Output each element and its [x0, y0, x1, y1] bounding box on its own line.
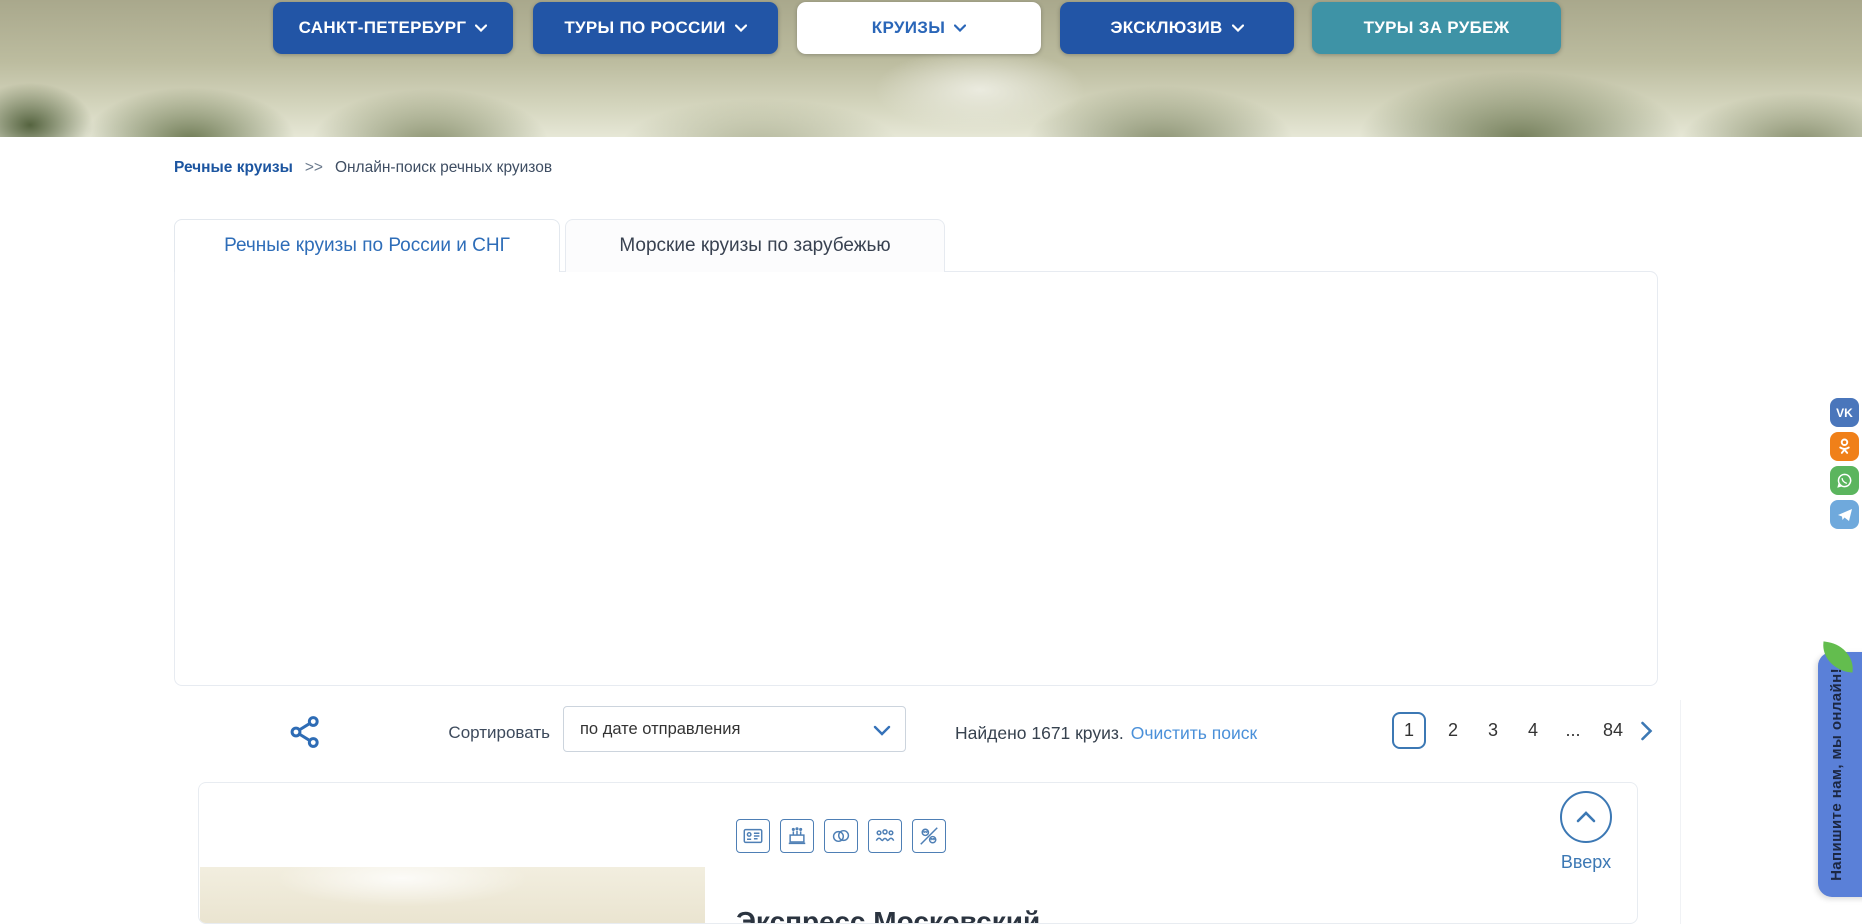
chevron-down-icon [735, 24, 747, 32]
share-icon[interactable] [287, 714, 323, 750]
nav-label: САНКТ-ПЕТЕРБУРГ [299, 18, 467, 38]
birthday-cake-icon[interactable] [780, 819, 814, 853]
nav-tours-russia[interactable]: ТУРЫ ПО РОССИИ [533, 2, 778, 54]
back-to-top-label[interactable]: Вверх [1541, 852, 1631, 873]
page-button-2[interactable]: 2 [1440, 714, 1466, 747]
breadcrumb-separator: >> [305, 159, 323, 177]
tab-river-cruises[interactable]: Речные круизы по России и СНГ [174, 219, 560, 272]
results-count: Найдено 1671 круиз. Очистить поиск [955, 723, 1257, 744]
results-divider [1680, 700, 1681, 924]
breadcrumb-link[interactable]: Речные круизы [174, 159, 293, 177]
nav-label: КРУИЗЫ [872, 18, 945, 38]
page-button-3[interactable]: 3 [1480, 714, 1506, 747]
pagination: 1 2 3 4 ... 84 [1392, 712, 1653, 749]
filter-panel [174, 271, 1658, 686]
sort-select[interactable]: по дате отправления [563, 706, 906, 752]
page: САНКТ-ПЕТЕРБУРГ ТУРЫ ПО РОССИИ КРУИЗЫ ЭК… [0, 0, 1862, 924]
nav-label: ТУРЫ ПО РОССИИ [564, 18, 725, 38]
nav-saint-petersburg[interactable]: САНКТ-ПЕТЕРБУРГ [273, 2, 513, 54]
page-button-84[interactable]: 84 [1600, 714, 1626, 747]
chat-widget-tab[interactable]: Напишите нам, мы онлайн! [1818, 652, 1862, 897]
nav-label: ТУРЫ ЗА РУБЕЖ [1364, 18, 1510, 38]
nav-label: ЭКСКЛЮЗИВ [1110, 18, 1222, 38]
breadcrumb: Речные круизы >> Онлайн-поиск речных кру… [174, 159, 552, 177]
cruise-card[interactable]: Экспресс Московский [198, 782, 1638, 924]
cruise-title[interactable]: Экспресс Московский [736, 906, 1040, 924]
odnoklassniki-icon[interactable] [1830, 432, 1859, 461]
next-page-icon[interactable] [1640, 721, 1653, 741]
tab-sea-cruises[interactable]: Морские круизы по зарубежью [565, 219, 945, 272]
group-icon[interactable] [868, 819, 902, 853]
chevron-down-icon [954, 24, 966, 32]
wedding-rings-icon[interactable] [824, 819, 858, 853]
chevron-down-icon [873, 725, 891, 736]
clear-search-link[interactable]: Очистить поиск [1131, 723, 1257, 744]
telegram-icon[interactable] [1830, 500, 1859, 529]
id-card-icon[interactable] [736, 819, 770, 853]
nav-exclusive[interactable]: ЭКСКЛЮЗИВ [1060, 2, 1294, 54]
nav-cruises[interactable]: КРУИЗЫ [797, 2, 1041, 54]
chevron-up-icon [1576, 811, 1596, 823]
page-button-4[interactable]: 4 [1520, 714, 1546, 747]
cruise-photo [200, 784, 705, 924]
breadcrumb-current: Онлайн-поиск речных круизов [335, 159, 552, 177]
nav-tours-abroad[interactable]: ТУРЫ ЗА РУБЕЖ [1312, 2, 1561, 54]
no-children-icon[interactable] [912, 819, 946, 853]
back-to-top-button[interactable] [1560, 791, 1612, 843]
feature-icons-row [736, 819, 946, 853]
vk-icon[interactable]: VK [1830, 398, 1859, 427]
chevron-down-icon [1232, 24, 1244, 32]
chat-tab-label: Напишите нам, мы онлайн! [1828, 668, 1845, 881]
chevron-down-icon [475, 24, 487, 32]
page-ellipsis: ... [1560, 714, 1586, 747]
sort-label: Сортировать [440, 723, 550, 743]
page-button-1[interactable]: 1 [1392, 712, 1426, 749]
whatsapp-icon[interactable] [1830, 466, 1859, 495]
